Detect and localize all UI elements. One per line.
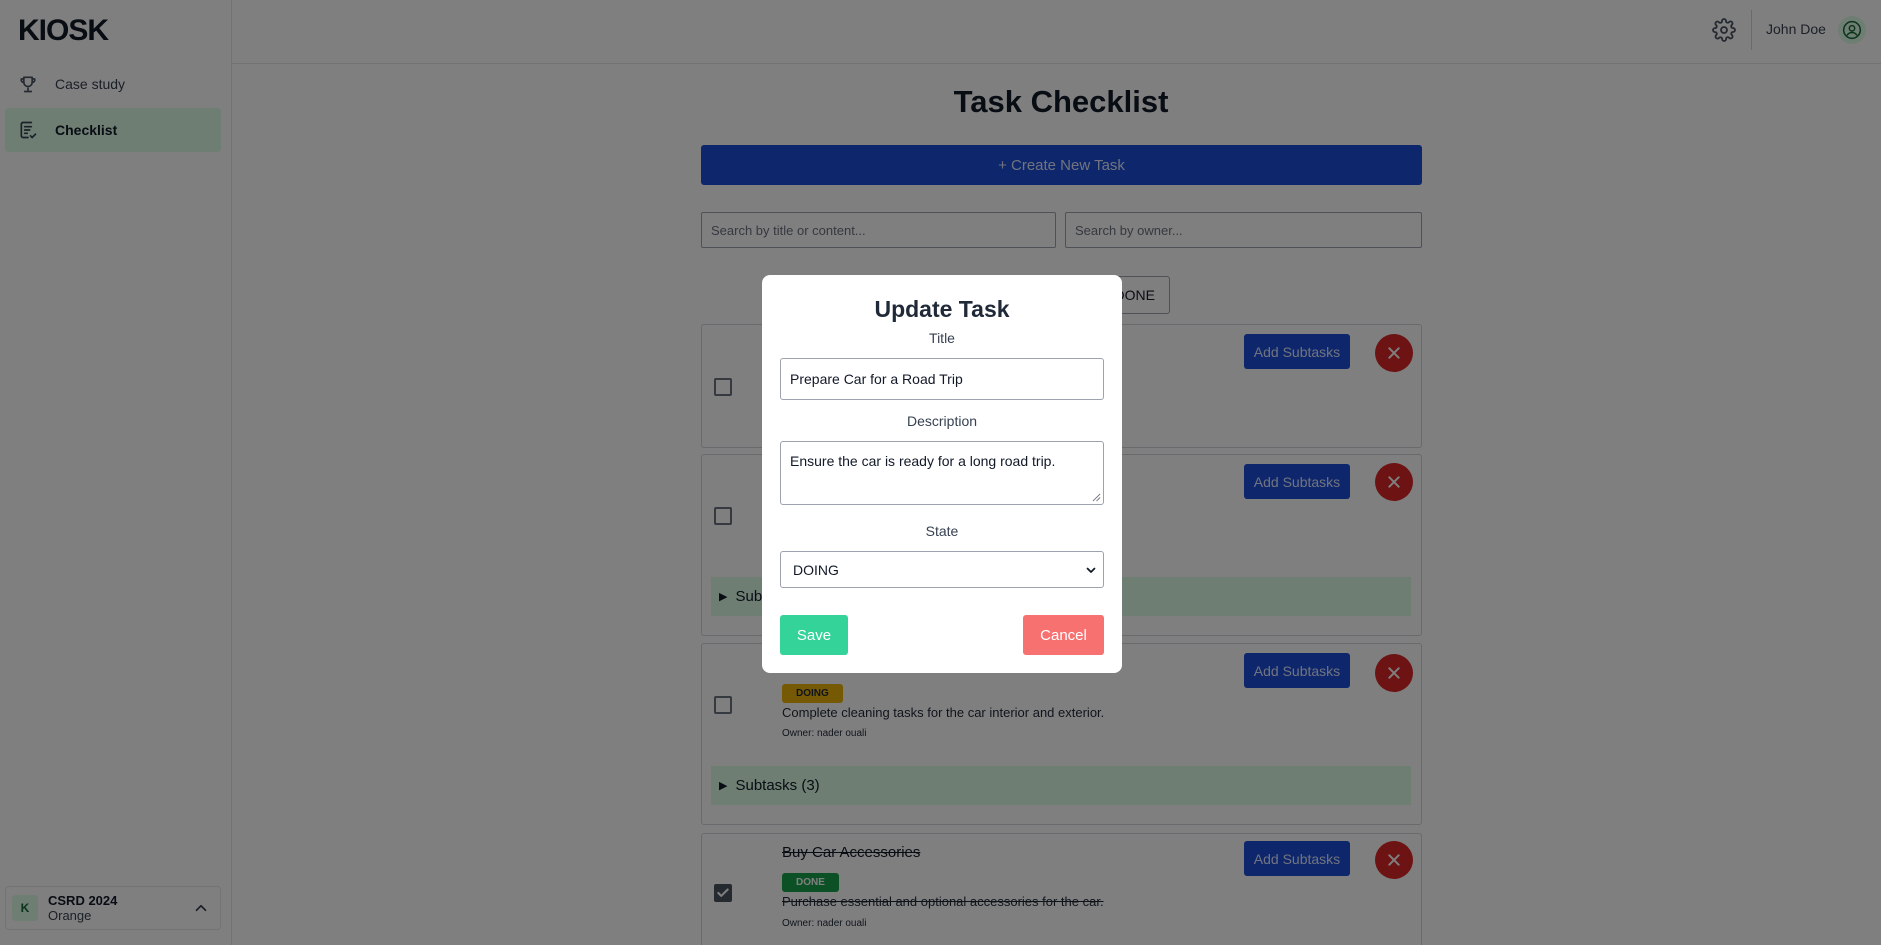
state-label: State <box>925 523 959 539</box>
save-button[interactable]: Save <box>780 615 848 655</box>
description-text: Ensure the car is ready for a long road … <box>790 453 1056 469</box>
title-label: Title <box>929 330 955 346</box>
state-select[interactable]: DOING <box>780 551 1104 588</box>
resize-handle-icon <box>1092 493 1101 502</box>
title-field[interactable]: Prepare Car for a Road Trip <box>780 358 1104 400</box>
state-selected-value: DOING <box>793 561 839 578</box>
chevron-down-icon <box>1086 567 1096 573</box>
modal-title: Update Task <box>874 296 1010 322</box>
cancel-button[interactable]: Cancel <box>1023 615 1104 655</box>
description-field[interactable]: Ensure the car is ready for a long road … <box>780 441 1104 505</box>
update-task-modal: Update Task Title Prepare Car for a Road… <box>762 275 1122 673</box>
description-label: Description <box>906 413 978 429</box>
